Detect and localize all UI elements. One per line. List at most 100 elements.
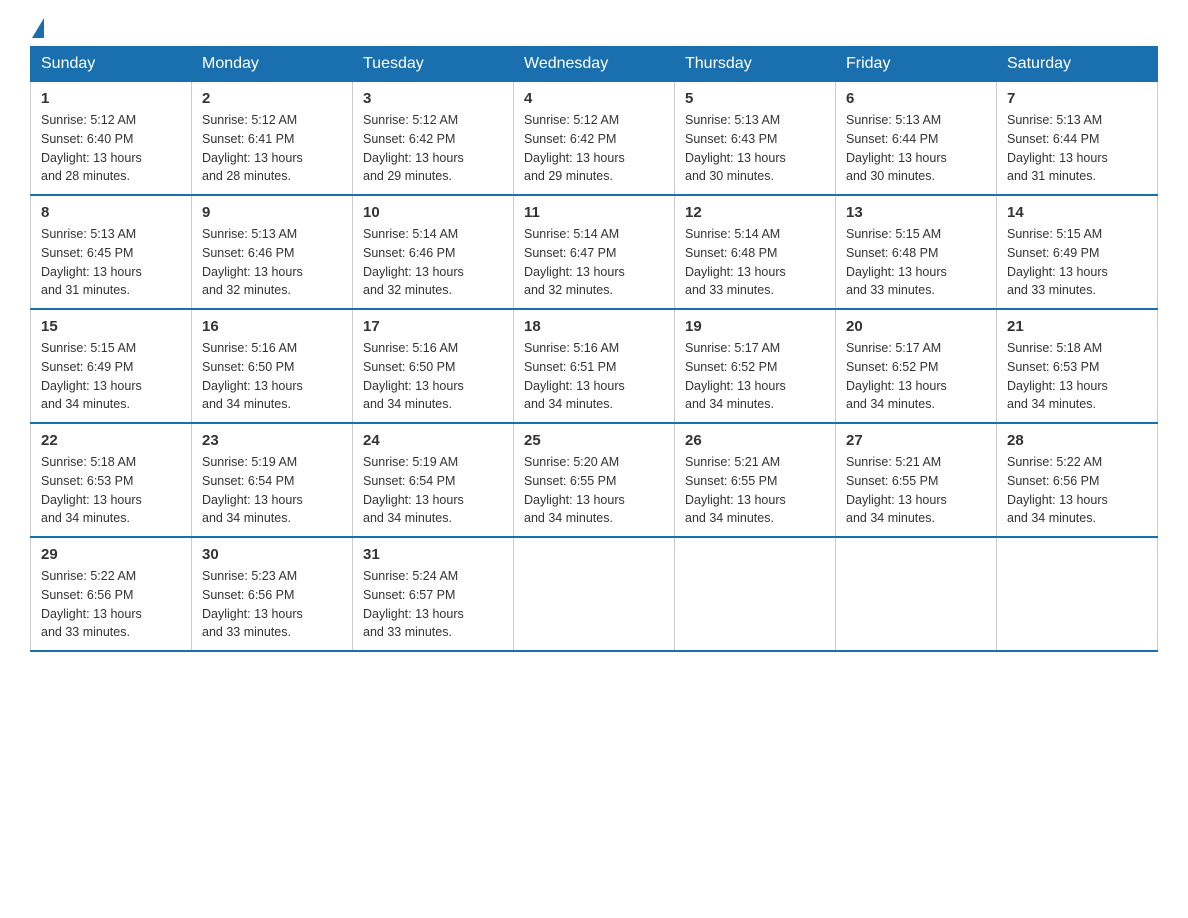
day-number: 3 — [363, 90, 503, 107]
sunrise-label: Sunrise: 5:15 AM — [41, 341, 136, 355]
sunset-label: Sunset: 6:44 PM — [1007, 132, 1099, 146]
daylight-label: Daylight: 13 hours — [524, 493, 625, 507]
day-number: 6 — [846, 90, 986, 107]
daylight-label: Daylight: 13 hours — [363, 493, 464, 507]
daylight-minutes: and 28 minutes. — [41, 169, 130, 183]
sunrise-label: Sunrise: 5:12 AM — [363, 113, 458, 127]
calendar-cell: 21 Sunrise: 5:18 AM Sunset: 6:53 PM Dayl… — [997, 309, 1158, 423]
daylight-minutes: and 33 minutes. — [1007, 283, 1096, 297]
day-info: Sunrise: 5:24 AM Sunset: 6:57 PM Dayligh… — [363, 567, 503, 642]
sunset-label: Sunset: 6:41 PM — [202, 132, 294, 146]
day-number: 26 — [685, 432, 825, 449]
sunrise-label: Sunrise: 5:13 AM — [685, 113, 780, 127]
sunrise-label: Sunrise: 5:21 AM — [685, 455, 780, 469]
day-number: 15 — [41, 318, 181, 335]
sunrise-label: Sunrise: 5:17 AM — [846, 341, 941, 355]
sunrise-label: Sunrise: 5:16 AM — [202, 341, 297, 355]
daylight-label: Daylight: 13 hours — [524, 151, 625, 165]
week-row-1: 1 Sunrise: 5:12 AM Sunset: 6:40 PM Dayli… — [31, 82, 1158, 196]
daylight-minutes: and 34 minutes. — [524, 397, 613, 411]
header-cell-thursday: Thursday — [675, 47, 836, 82]
day-info: Sunrise: 5:19 AM Sunset: 6:54 PM Dayligh… — [363, 453, 503, 528]
sunset-label: Sunset: 6:40 PM — [41, 132, 133, 146]
daylight-label: Daylight: 13 hours — [1007, 493, 1108, 507]
day-info: Sunrise: 5:17 AM Sunset: 6:52 PM Dayligh… — [846, 339, 986, 414]
calendar-cell — [675, 537, 836, 651]
sunset-label: Sunset: 6:53 PM — [1007, 360, 1099, 374]
day-number: 14 — [1007, 204, 1147, 221]
day-info: Sunrise: 5:22 AM Sunset: 6:56 PM Dayligh… — [41, 567, 181, 642]
day-info: Sunrise: 5:16 AM Sunset: 6:51 PM Dayligh… — [524, 339, 664, 414]
daylight-label: Daylight: 13 hours — [685, 379, 786, 393]
day-number: 7 — [1007, 90, 1147, 107]
sunrise-label: Sunrise: 5:14 AM — [685, 227, 780, 241]
sunset-label: Sunset: 6:45 PM — [41, 246, 133, 260]
daylight-label: Daylight: 13 hours — [1007, 265, 1108, 279]
calendar-cell: 22 Sunrise: 5:18 AM Sunset: 6:53 PM Dayl… — [31, 423, 192, 537]
daylight-minutes: and 34 minutes. — [363, 397, 452, 411]
week-row-5: 29 Sunrise: 5:22 AM Sunset: 6:56 PM Dayl… — [31, 537, 1158, 651]
day-info: Sunrise: 5:23 AM Sunset: 6:56 PM Dayligh… — [202, 567, 342, 642]
calendar-cell: 29 Sunrise: 5:22 AM Sunset: 6:56 PM Dayl… — [31, 537, 192, 651]
daylight-minutes: and 31 minutes. — [1007, 169, 1096, 183]
calendar-cell: 18 Sunrise: 5:16 AM Sunset: 6:51 PM Dayl… — [514, 309, 675, 423]
calendar-cell: 26 Sunrise: 5:21 AM Sunset: 6:55 PM Dayl… — [675, 423, 836, 537]
day-info: Sunrise: 5:13 AM Sunset: 6:46 PM Dayligh… — [202, 225, 342, 300]
sunrise-label: Sunrise: 5:13 AM — [1007, 113, 1102, 127]
sunrise-label: Sunrise: 5:22 AM — [1007, 455, 1102, 469]
sunset-label: Sunset: 6:48 PM — [685, 246, 777, 260]
sunrise-label: Sunrise: 5:15 AM — [846, 227, 941, 241]
sunset-label: Sunset: 6:56 PM — [41, 588, 133, 602]
day-number: 2 — [202, 90, 342, 107]
sunrise-label: Sunrise: 5:12 AM — [202, 113, 297, 127]
daylight-minutes: and 34 minutes. — [41, 511, 130, 525]
sunset-label: Sunset: 6:50 PM — [202, 360, 294, 374]
week-row-4: 22 Sunrise: 5:18 AM Sunset: 6:53 PM Dayl… — [31, 423, 1158, 537]
sunrise-label: Sunrise: 5:20 AM — [524, 455, 619, 469]
calendar-cell: 16 Sunrise: 5:16 AM Sunset: 6:50 PM Dayl… — [192, 309, 353, 423]
daylight-minutes: and 34 minutes. — [41, 397, 130, 411]
day-number: 8 — [41, 204, 181, 221]
calendar-cell: 30 Sunrise: 5:23 AM Sunset: 6:56 PM Dayl… — [192, 537, 353, 651]
daylight-label: Daylight: 13 hours — [41, 265, 142, 279]
daylight-label: Daylight: 13 hours — [1007, 151, 1108, 165]
calendar-cell: 14 Sunrise: 5:15 AM Sunset: 6:49 PM Dayl… — [997, 195, 1158, 309]
calendar-cell — [836, 537, 997, 651]
calendar-cell: 6 Sunrise: 5:13 AM Sunset: 6:44 PM Dayli… — [836, 82, 997, 196]
sunset-label: Sunset: 6:55 PM — [685, 474, 777, 488]
day-info: Sunrise: 5:18 AM Sunset: 6:53 PM Dayligh… — [1007, 339, 1147, 414]
sunrise-label: Sunrise: 5:16 AM — [524, 341, 619, 355]
daylight-label: Daylight: 13 hours — [846, 265, 947, 279]
header-cell-saturday: Saturday — [997, 47, 1158, 82]
page-header — [30, 20, 1158, 36]
daylight-label: Daylight: 13 hours — [846, 151, 947, 165]
sunset-label: Sunset: 6:44 PM — [846, 132, 938, 146]
header-cell-wednesday: Wednesday — [514, 47, 675, 82]
sunset-label: Sunset: 6:56 PM — [1007, 474, 1099, 488]
daylight-label: Daylight: 13 hours — [363, 265, 464, 279]
daylight-minutes: and 33 minutes. — [41, 625, 130, 639]
daylight-minutes: and 34 minutes. — [1007, 511, 1096, 525]
day-info: Sunrise: 5:13 AM Sunset: 6:44 PM Dayligh… — [846, 111, 986, 186]
day-number: 25 — [524, 432, 664, 449]
sunrise-label: Sunrise: 5:15 AM — [1007, 227, 1102, 241]
calendar-cell: 2 Sunrise: 5:12 AM Sunset: 6:41 PM Dayli… — [192, 82, 353, 196]
calendar-cell: 4 Sunrise: 5:12 AM Sunset: 6:42 PM Dayli… — [514, 82, 675, 196]
day-number: 24 — [363, 432, 503, 449]
sunrise-label: Sunrise: 5:13 AM — [846, 113, 941, 127]
day-number: 27 — [846, 432, 986, 449]
calendar-body: 1 Sunrise: 5:12 AM Sunset: 6:40 PM Dayli… — [31, 82, 1158, 652]
sunrise-label: Sunrise: 5:22 AM — [41, 569, 136, 583]
sunset-label: Sunset: 6:46 PM — [202, 246, 294, 260]
calendar-cell: 23 Sunrise: 5:19 AM Sunset: 6:54 PM Dayl… — [192, 423, 353, 537]
calendar-cell: 8 Sunrise: 5:13 AM Sunset: 6:45 PM Dayli… — [31, 195, 192, 309]
day-number: 18 — [524, 318, 664, 335]
day-info: Sunrise: 5:21 AM Sunset: 6:55 PM Dayligh… — [685, 453, 825, 528]
day-info: Sunrise: 5:20 AM Sunset: 6:55 PM Dayligh… — [524, 453, 664, 528]
sunset-label: Sunset: 6:52 PM — [685, 360, 777, 374]
logo — [30, 20, 44, 36]
daylight-label: Daylight: 13 hours — [363, 151, 464, 165]
day-info: Sunrise: 5:14 AM Sunset: 6:48 PM Dayligh… — [685, 225, 825, 300]
header-row: SundayMondayTuesdayWednesdayThursdayFrid… — [31, 47, 1158, 82]
daylight-minutes: and 33 minutes. — [202, 625, 291, 639]
